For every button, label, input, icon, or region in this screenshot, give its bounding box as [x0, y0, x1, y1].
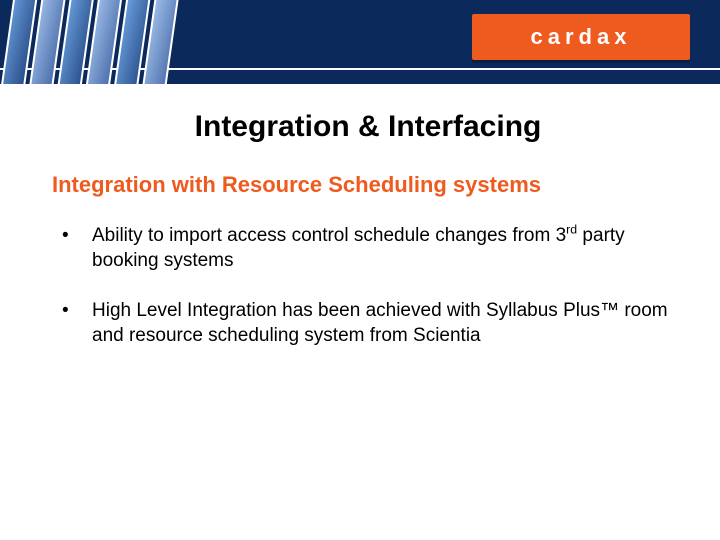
bullet-superscript: rd	[566, 223, 577, 237]
page-subtitle: Integration with Resource Scheduling sys…	[52, 172, 684, 198]
bullet-text-pre: Ability to import access control schedul…	[92, 225, 566, 246]
brand-logo: cardax	[472, 14, 690, 60]
list-item: Ability to import access control schedul…	[62, 224, 684, 273]
list-item: High Level Integration has been achieved…	[62, 299, 684, 348]
bullet-list: Ability to import access control schedul…	[62, 224, 684, 349]
bullet-text-pre: High Level Integration has been achieved…	[92, 300, 668, 346]
content-area: Integration & Interfacing Integration wi…	[52, 100, 684, 375]
building-graphic-icon	[0, 0, 190, 84]
page-title: Integration & Interfacing	[52, 110, 684, 144]
header-bar: cardax	[0, 0, 720, 86]
brand-logo-text: cardax	[531, 24, 632, 50]
slide: cardax Integration & Interfacing Integra…	[0, 0, 720, 540]
